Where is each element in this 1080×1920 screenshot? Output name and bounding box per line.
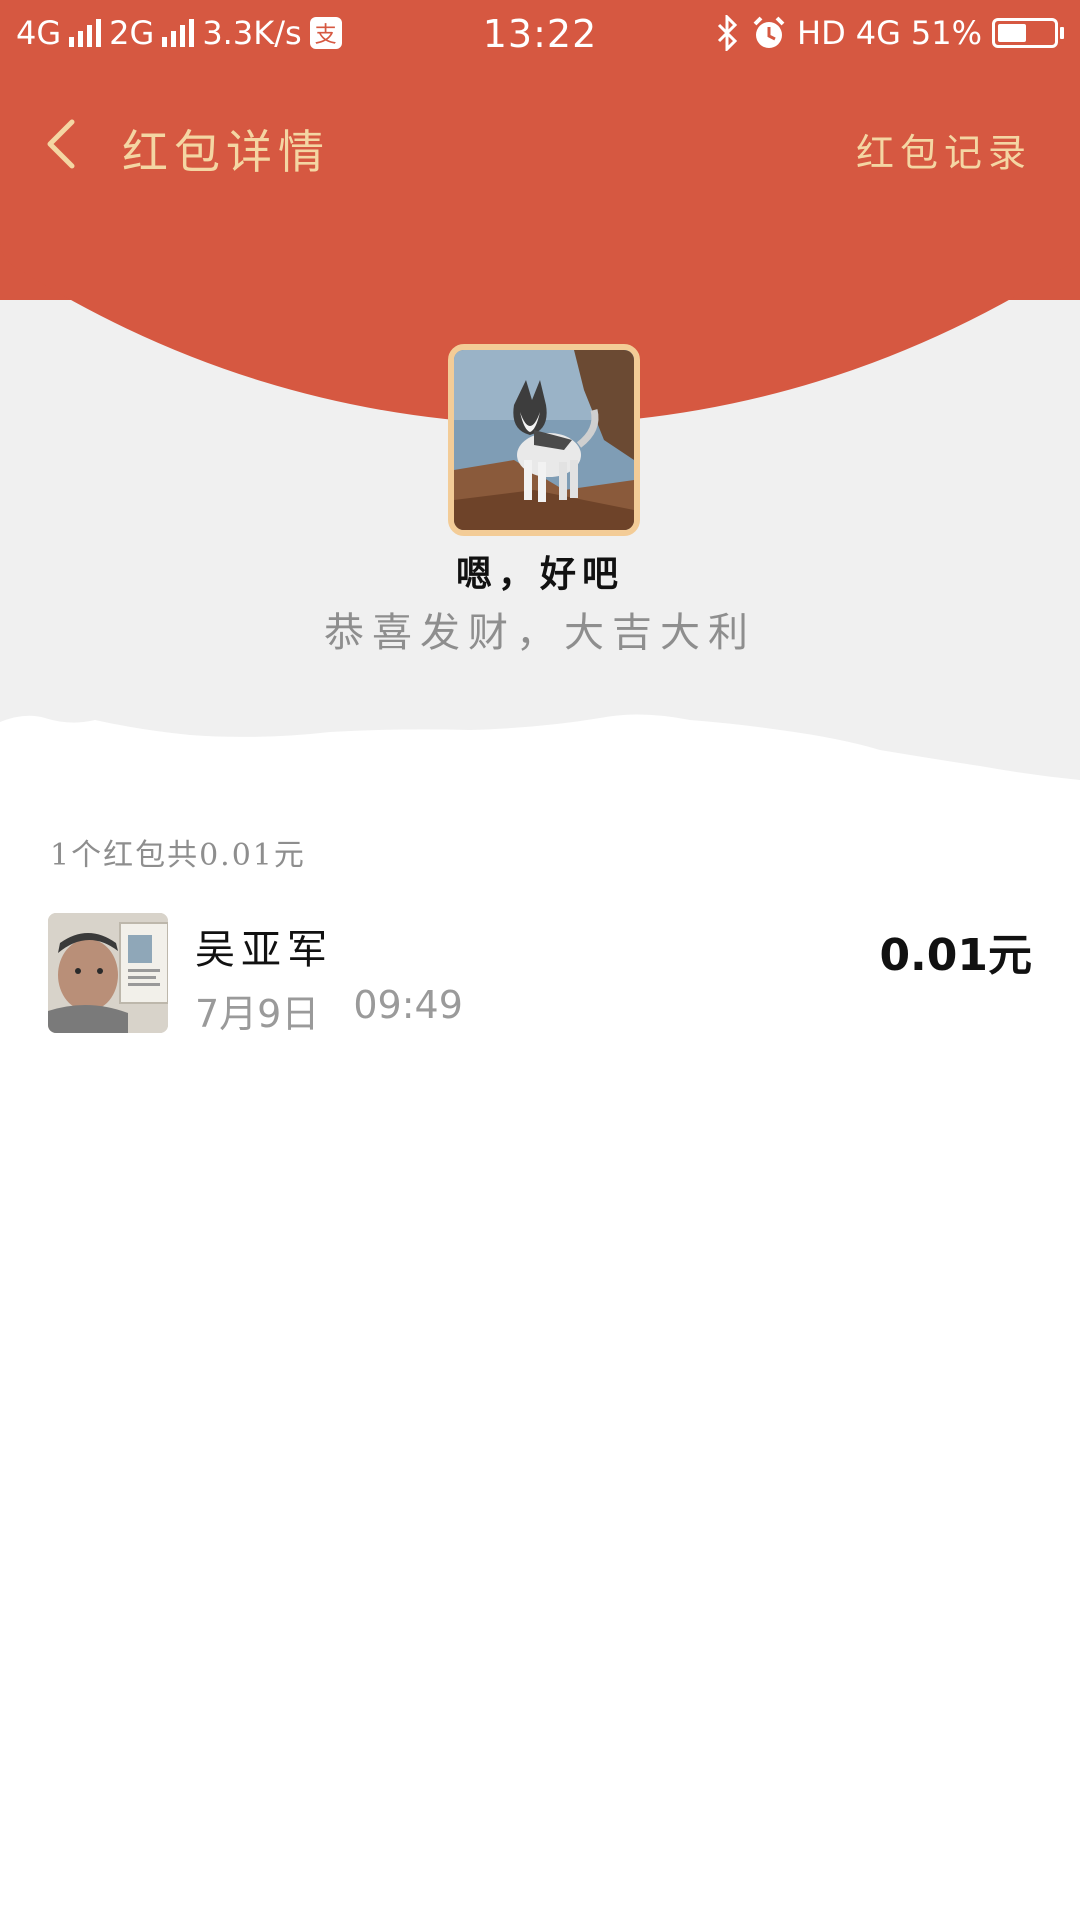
receive-date: 7月9日 (195, 992, 320, 1036)
receiver-row[interactable]: 吴亚军 7月9日 09:49 0.01元 (0, 905, 1080, 1045)
network-type-3: 4G (855, 14, 901, 52)
receiver-avatar[interactable] (48, 913, 168, 1033)
red-packet-record-link[interactable]: 红包记录 (856, 122, 1032, 177)
bluetooth-icon (717, 15, 738, 51)
sender-avatar[interactable] (448, 344, 640, 536)
alarm-icon (753, 16, 785, 48)
greeting-message: 恭喜发财，大吉大利 (324, 610, 756, 656)
battery-fill (998, 24, 1026, 42)
receiver-photo (48, 913, 168, 1033)
receiver-timestamp: 7月9日 09:49 (195, 983, 463, 1038)
receive-time: 09:49 (353, 983, 463, 1027)
red-packet-detail-page: 4G 2G 3.3K/s 支 13:22 HD 4G 51% 红包详情 红包记录… (0, 0, 1080, 1920)
packet-summary: 1个红包共0.01元 (50, 838, 306, 873)
page-title: 红包详情 (122, 125, 330, 179)
chevron-left-icon[interactable] (36, 114, 96, 174)
husky-image (454, 350, 634, 530)
title-bar: 红包详情 红包记录 (0, 90, 1080, 200)
battery-percent: 51% (910, 14, 982, 52)
status-bar: 4G 2G 3.3K/s 支 13:22 HD 4G 51% (0, 0, 1080, 70)
torn-paper-edge (0, 714, 1080, 820)
battery-icon (992, 18, 1064, 48)
receiver-name: 吴亚军 (195, 927, 333, 973)
sender-name: 嗯，好吧 (455, 553, 624, 595)
receiver-amount: 0.01元 (879, 930, 1032, 981)
status-right: HD 4G 51% (715, 14, 1064, 52)
hd-label: HD (797, 14, 846, 52)
